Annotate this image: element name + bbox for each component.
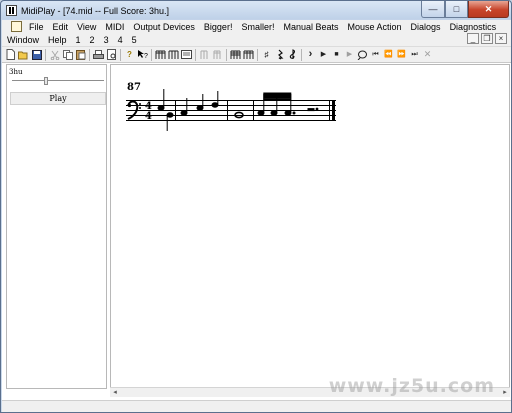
status-bar [2, 400, 511, 412]
client-area: 3hu Play 87 4 4 ◂ ▸ [2, 62, 511, 400]
rewind-icon[interactable]: ⏪ [383, 49, 394, 60]
notes-icon[interactable] [155, 49, 166, 60]
notes-disabled-icon[interactable] [212, 49, 223, 60]
measure-number: 87 [127, 82, 141, 93]
menu-bar: File Edit View MIDI Output Devices Bigge… [2, 20, 511, 46]
measure-4-notes [257, 92, 319, 116]
notes-icon[interactable] [168, 49, 179, 60]
toolbar: ? ? ♯ › ▶ ■ ▶ ⏮ ⏪ ⏩ ⏭ ✕ [2, 46, 511, 62]
mdi-restore-button[interactable]: ❐ [481, 33, 493, 44]
open-icon[interactable] [18, 49, 29, 60]
menu-2[interactable]: 2 [85, 35, 99, 45]
play-disabled-icon[interactable]: ▶ [344, 49, 355, 60]
score-canvas: 87 4 4 [126, 82, 336, 131]
menu-output-devices[interactable]: Output Devices [128, 22, 199, 32]
mdi-minimize-button[interactable]: _ [467, 33, 479, 44]
minimize-button[interactable]: — [421, 1, 445, 18]
volume-slider-thumb[interactable] [44, 77, 48, 85]
window-title: MidiPlay - [74.mid -- Full Score: 3hu.] [21, 5, 170, 16]
notes-icon[interactable] [230, 49, 241, 60]
maximize-button[interactable]: □ [445, 1, 468, 18]
clef-icon[interactable] [287, 49, 298, 60]
mdi-controls: _ ❐ × [467, 33, 507, 44]
start-icon[interactable]: ⏮ [370, 49, 381, 60]
menu-smaller[interactable]: Smaller! [236, 22, 278, 32]
toolbar-separator [120, 48, 121, 61]
toolbar-separator [301, 48, 302, 61]
mdi-close-button[interactable]: × [495, 33, 507, 44]
volume-slider-track[interactable] [12, 80, 104, 82]
final-barline-thick [332, 100, 335, 121]
app-window: MidiPlay - [74.mid -- Full Score: 3hu.] … [0, 0, 512, 413]
menu-edit[interactable]: Edit [48, 22, 73, 32]
menu-help[interactable]: Help [43, 35, 71, 45]
print-icon[interactable] [93, 49, 104, 60]
staff [126, 100, 336, 121]
toolbar-separator [151, 48, 152, 61]
play-icon[interactable]: ▶ [318, 49, 329, 60]
paste-icon[interactable] [75, 49, 86, 60]
scroll-right-icon[interactable]: ▸ [500, 388, 510, 398]
menu-row-window: Window Help 1 2 3 4 5 [2, 33, 141, 46]
menu-row-main: File Edit View MIDI Output Devices Bigge… [2, 20, 500, 33]
context-help-icon[interactable]: ? [137, 49, 148, 60]
notes-disabled-icon[interactable] [199, 49, 210, 60]
menu-diagnostics[interactable]: Diagnostics [445, 22, 501, 32]
track-panel: 3hu Play [6, 64, 107, 389]
menu-midi[interactable]: MIDI [100, 22, 128, 32]
copy-icon[interactable] [62, 49, 73, 60]
menu-mouse-action[interactable]: Mouse Action [343, 22, 406, 32]
cut-icon[interactable] [49, 49, 60, 60]
score-view[interactable]: 87 4 4 [110, 64, 510, 389]
menu-bigger[interactable]: Bigger! [199, 22, 237, 32]
menu-manual-beats[interactable]: Manual Beats [278, 22, 342, 32]
window-controls: — □ ✕ [421, 1, 509, 18]
menu-window[interactable]: Window [2, 35, 43, 45]
watermark: www.jz5u.com [328, 375, 495, 397]
notes-icon[interactable] [243, 49, 254, 60]
close-button[interactable]: ✕ [468, 1, 509, 18]
rest-icon[interactable] [274, 49, 285, 60]
time-signature-bottom: 4 [145, 111, 152, 122]
menu-dialogs[interactable]: Dialogs [406, 22, 445, 32]
menu-5[interactable]: 5 [127, 35, 141, 45]
fast-forward-icon[interactable]: ⏩ [396, 49, 407, 60]
save-icon[interactable] [31, 49, 42, 60]
end-icon[interactable]: ⏭ [409, 49, 420, 60]
help-icon[interactable]: ? [124, 49, 135, 60]
loop-icon[interactable] [357, 49, 368, 60]
stop-icon[interactable]: ■ [331, 49, 342, 60]
play-button[interactable]: Play [10, 92, 106, 105]
cancel-icon[interactable]: ✕ [422, 49, 433, 60]
menu-1[interactable]: 1 [71, 35, 85, 45]
toolbar-separator [89, 48, 90, 61]
track-label: 3hu [9, 68, 23, 76]
menu-4[interactable]: 4 [113, 35, 127, 45]
new-icon[interactable] [5, 49, 16, 60]
print-preview-icon[interactable] [106, 49, 117, 60]
toolbar-separator [45, 48, 46, 61]
document-icon[interactable] [11, 21, 22, 32]
toolbar-separator [257, 48, 258, 61]
play-icon[interactable]: › [305, 49, 316, 60]
sharp-icon[interactable]: ♯ [261, 49, 272, 60]
measure-2-notes [180, 91, 219, 116]
menu-file[interactable]: File [24, 22, 48, 32]
menu-3[interactable]: 3 [99, 35, 113, 45]
toolbar-separator [226, 48, 227, 61]
page-icon[interactable] [181, 49, 192, 60]
menu-view[interactable]: View [72, 22, 100, 32]
toolbar-separator [195, 48, 196, 61]
scroll-left-icon[interactable]: ◂ [110, 388, 120, 398]
app-icon [6, 5, 17, 16]
svg-text:?: ? [144, 53, 148, 60]
